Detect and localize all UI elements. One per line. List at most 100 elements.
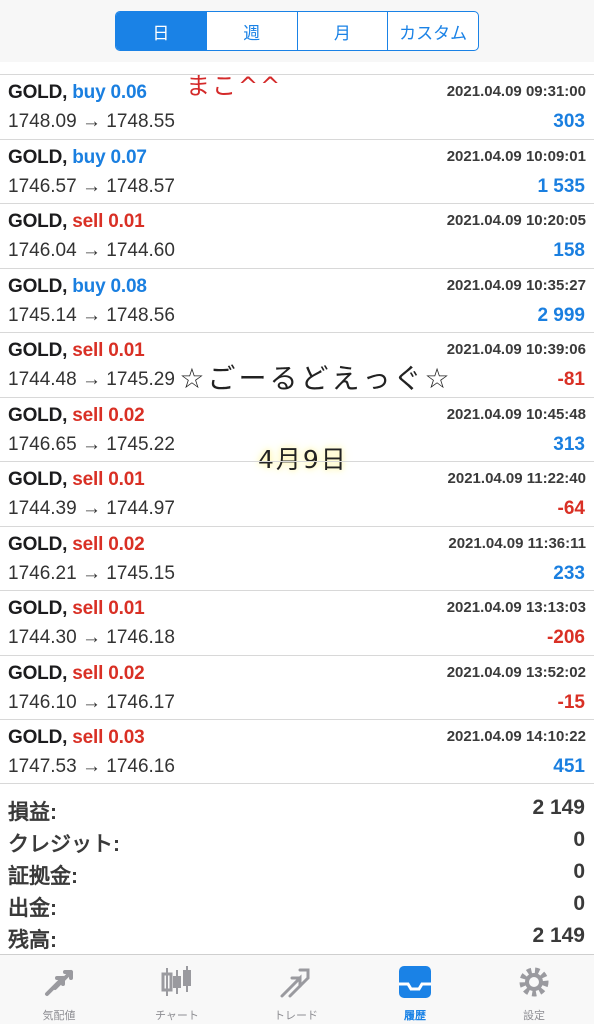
partial-scrolled-row [0,62,594,74]
trade-profit: 2 999 [537,304,585,326]
close-price: 1745.15 [106,562,175,584]
trade-row[interactable]: GOLD, sell 0.02 2021.04.09 10:45:48 1746.6… [0,396,594,461]
trade-side: sell [72,533,104,555]
trade-side: sell [72,469,104,490]
open-price: 1746.10 [8,691,77,713]
tab-label: トレード [274,1009,318,1022]
trade-row[interactable]: GOLD, sell 0.01 2021.04.09 10:20:05 1746.0… [0,203,594,267]
tab-history[interactable]: 履歴 [356,955,474,1025]
summary-value: 0 [573,828,585,851]
tab-quotes[interactable]: 気配値 [0,955,118,1025]
trade-row[interactable]: GOLD, buy 0.06 2021.04.09 09:31:00 1748.09… [0,74,594,138]
trade-row[interactable]: GOLD, sell 0.02 2021.04.09 11:36:11 1746.2… [0,525,594,590]
trade-side: sell [72,727,104,748]
close-price: 1746.16 [106,756,175,777]
tab-custom[interactable]: カスタム [387,12,478,50]
trade-profit: 451 [553,756,585,777]
trade-symbol: GOLD, sell 0.02 [8,533,145,556]
summary-label: 残高: [8,929,57,952]
open-price: 1745.14 [8,304,77,326]
arrow-icon: → [76,756,107,777]
trade-symbol: GOLD, sell 0.03 [8,727,145,749]
tab-settings[interactable]: 設定 [475,955,593,1025]
summary-label: 証拠金: [8,865,78,888]
summary-label: 出金: [8,897,57,920]
summary-value: 2 149 [532,924,585,947]
trade-datetime: 2021.04.09 10:45:48 [446,405,586,423]
summary-label: クレジット: [8,833,120,856]
trade-prices: 1746.04 → 1744.60 [8,240,175,262]
arrow-icon: → [76,627,107,648]
open-price: 1748.09 [8,111,77,132]
symbol-name: GOLD, [8,727,68,748]
trade-volume: 0.07 [110,146,147,168]
close-price: 1746.17 [106,691,175,713]
tab-day[interactable]: 日 [116,12,206,50]
tab-month[interactable]: 月 [296,12,388,50]
trade-datetime: 2021.04.09 10:39:06 [446,341,586,358]
trade-volume: 0.01 [108,340,145,361]
trade-row[interactable]: GOLD, sell 0.03 2021.04.09 14:10:22 1747.5… [0,719,594,783]
trade-symbol: GOLD, buy 0.06 [8,82,147,104]
trade-prices: 1747.53 → 1746.16 [8,756,175,778]
trade-icon [280,968,310,998]
trade-prices: 1748.09 → 1748.55 [8,111,175,133]
summary-row-credit: クレジット: 0 [0,824,594,856]
symbol-name: GOLD, [8,146,68,168]
trade-side: sell [72,598,104,619]
arrow-icon: → [76,240,107,261]
trade-row[interactable]: GOLD, sell 0.01 2021.04.09 13:13:03 1744.3… [0,590,594,654]
trade-prices: 1745.14 → 1748.56 [8,305,175,327]
trade-datetime: 2021.04.09 10:35:27 [446,276,586,294]
arrow-icon: → [76,304,107,326]
symbol-name: GOLD, [8,275,68,297]
trade-volume: 0.08 [110,275,147,297]
trade-row[interactable]: GOLD, sell 0.02 2021.04.09 13:52:02 1746.1… [0,654,594,719]
summary-row-balance: 残高: 2 149 [0,920,594,952]
trade-row[interactable]: GOLD, sell 0.01 2021.04.09 10:39:06 1744.4… [0,332,594,396]
tab-label: 気配値 [42,1009,76,1022]
summary-row-withdrawal: 出金: 0 [0,888,594,920]
bottom-tab-bar: 気配値 チャート トレード 履歴 設定 [0,954,594,1024]
trade-volume: 0.01 [108,598,145,619]
trade-profit: -64 [557,498,585,519]
trade-profit: -206 [546,627,585,648]
trade-symbol: GOLD, sell 0.02 [8,663,145,685]
trade-prices: 1744.30 → 1746.18 [8,627,175,649]
trade-side: sell [72,404,104,426]
tab-trade[interactable]: トレード [237,955,355,1025]
trade-volume: 0.06 [110,82,147,103]
settings-icon [519,967,549,997]
summary-row-profit: 損益: 2 149 [0,792,594,824]
trade-symbol: GOLD, buy 0.07 [8,147,147,169]
account-summary: 損益: 2 149 クレジット: 0 証拠金: 0 出金: 0 残高: 2 14… [0,783,594,953]
trade-prices: 1744.48 → 1745.29 [8,369,175,391]
trade-profit: 313 [553,433,585,455]
summary-row-deposit: 証拠金: 0 [0,856,594,888]
trade-row[interactable]: GOLD, buy 0.08 2021.04.09 10:35:27 1745.14… [0,267,594,332]
open-price: 1746.65 [8,433,77,455]
trade-symbol: GOLD, buy 0.08 [8,276,147,298]
trade-datetime: 2021.04.09 13:13:03 [446,599,586,616]
trade-prices: 1746.10 → 1746.17 [8,692,175,714]
arrow-icon: → [76,433,107,455]
trade-profit: 303 [553,111,585,132]
trade-row[interactable]: GOLD, sell 0.01 2021.04.09 11:22:40 1744.3… [0,461,594,525]
trade-side: buy [72,275,106,297]
summary-value: 2 149 [532,796,585,819]
trade-datetime: 2021.04.09 09:31:00 [446,83,586,100]
trade-row[interactable]: GOLD, buy 0.07 2021.04.09 10:09:01 1746.57… [0,138,594,203]
trade-datetime: 2021.04.09 10:09:01 [446,147,586,165]
trade-volume: 0.01 [108,211,145,232]
trade-prices: 1746.57 → 1748.57 [8,176,175,198]
trade-profit: 1 535 [537,175,585,197]
open-price: 1744.30 [8,627,77,648]
close-price: 1748.55 [106,111,175,132]
tab-chart[interactable]: チャート [118,955,236,1025]
history-icon [399,966,431,998]
trade-volume: 0.02 [108,533,145,555]
trade-datetime: 2021.04.09 14:10:22 [446,728,586,745]
trade-profit: 233 [553,562,585,584]
tab-week[interactable]: 週 [205,12,297,50]
close-price: 1748.57 [106,175,175,197]
